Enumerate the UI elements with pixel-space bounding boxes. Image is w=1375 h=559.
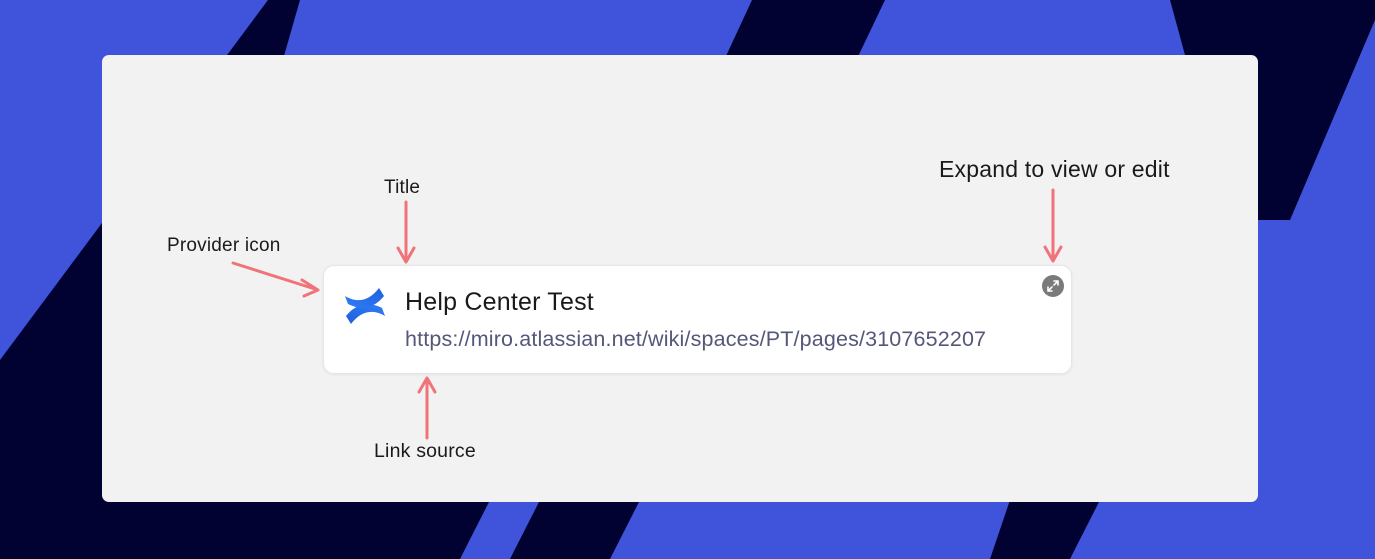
confluence-icon <box>345 288 385 324</box>
title-annotation-label: Title <box>384 177 421 198</box>
expand-icon <box>1047 280 1059 292</box>
expand-button[interactable] <box>1042 275 1064 297</box>
link-preview-card[interactable]: Help Center Test https://miro.atlassian.… <box>323 265 1072 374</box>
provider-icon-annotation-label: Provider icon <box>167 235 281 256</box>
link-source-annotation-label: Link source <box>374 440 476 462</box>
expand-annotation-label: Expand to view or edit <box>939 156 1170 182</box>
card-title[interactable]: Help Center Test <box>405 288 594 317</box>
link-source-url[interactable]: https://miro.atlassian.net/wiki/spaces/P… <box>405 327 1058 352</box>
